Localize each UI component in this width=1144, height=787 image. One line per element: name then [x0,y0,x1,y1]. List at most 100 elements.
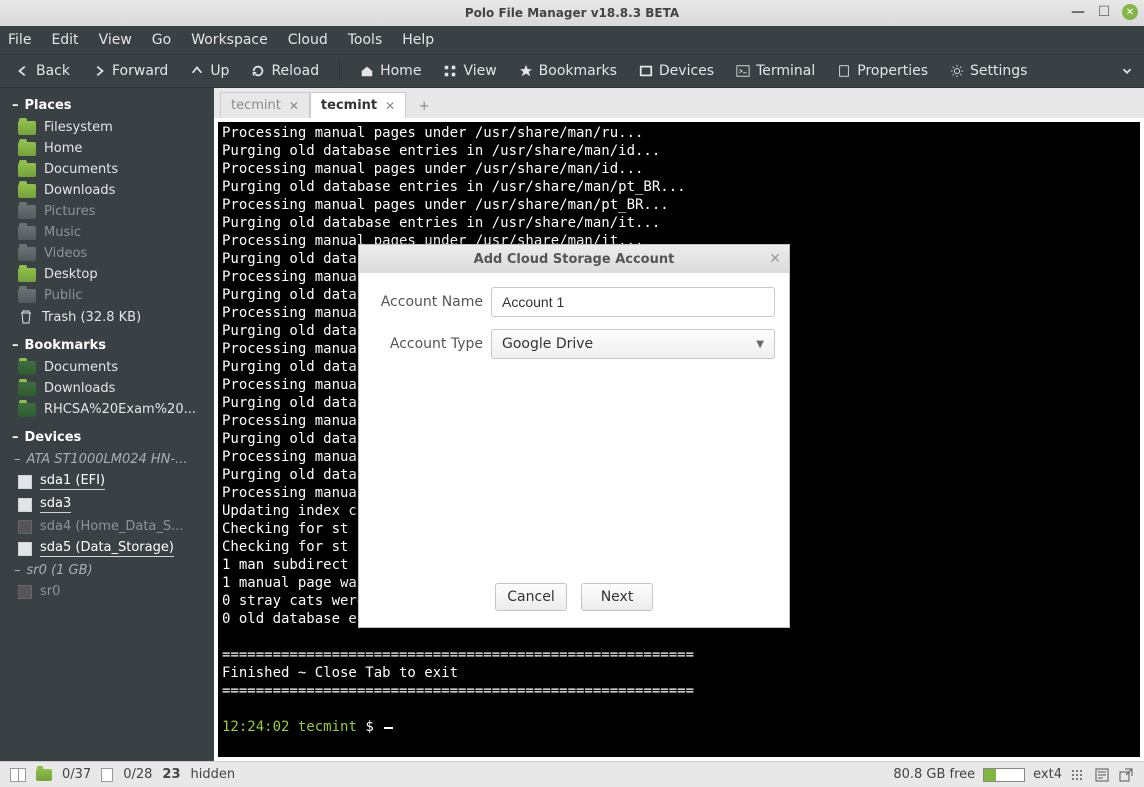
partition-item[interactable]: sda4 (Home_Data_S... [4,516,210,537]
reload-icon [251,64,265,78]
menu-help[interactable]: Help [402,32,434,48]
disk-usage-bar [983,768,1025,782]
sidebar-item-label: Music [44,225,81,240]
folders-count: 0/37 [62,767,91,782]
home-button[interactable]: Home [354,60,427,82]
sidebar-item[interactable]: Videos [4,243,210,264]
devices-button[interactable]: Devices [633,60,720,82]
drive-label[interactable]: –ATA ST1000LM024 HN-... [4,449,210,470]
sidebar-item-label: RHCSA%20Exam%20... [44,402,196,417]
tab[interactable]: tecmint ✕ [310,92,406,118]
filesystem-type: ext4 [1033,767,1062,782]
sidebar-item[interactable]: Music [4,222,210,243]
account-name-input[interactable] [491,287,775,317]
separator [339,61,340,81]
keyboard-icon[interactable] [1070,767,1086,783]
menu-file[interactable]: File [8,32,31,48]
disk-icon [18,585,32,599]
folder-icon [36,769,52,781]
pane-toggle-icon[interactable] [10,768,26,782]
hidden-label: hidden [191,767,236,782]
sidebar-item[interactable]: Home [4,138,210,159]
hidden-count: 23 [162,767,180,782]
chevron-down-icon[interactable] [1120,64,1134,78]
devices-icon [639,64,653,78]
close-tab-icon[interactable]: ✕ [385,99,395,113]
menu-go[interactable]: Go [152,32,171,48]
folder-icon [18,163,36,177]
menubar: File Edit View Go Workspace Cloud Tools … [0,26,1144,54]
properties-button[interactable]: Properties [831,60,934,82]
sidebar-bookmark[interactable]: Documents [4,357,210,378]
cancel-button[interactable]: Cancel [495,583,567,611]
up-button[interactable]: Up [184,60,235,82]
sidebar-item[interactable]: Pictures [4,201,210,222]
popout-icon[interactable] [1118,767,1134,783]
file-icon [101,768,113,782]
tab[interactable]: tecmint✕ [220,92,310,118]
close-icon[interactable]: ✕ [1122,4,1138,20]
back-label: Back [36,63,70,79]
menu-edit[interactable]: Edit [51,32,78,48]
folder-icon [18,289,36,303]
account-type-select[interactable]: Google Drive ▼ [491,329,775,359]
next-button[interactable]: Next [581,583,653,611]
sidebar-item-label: Documents [44,360,118,375]
folder-icon [18,268,36,282]
menu-tools[interactable]: Tools [348,32,383,48]
forward-button[interactable]: Forward [86,60,174,82]
partition-item[interactable]: sda5 (Data_Storage) [4,537,210,560]
up-label: Up [210,63,229,79]
sidebar-item[interactable]: Desktop [4,264,210,285]
sidebar-item-label: Pictures [44,204,95,219]
settings-button[interactable]: Settings [944,60,1033,82]
drive-label[interactable]: –sr0 (1 GB) [4,560,210,581]
partition-item[interactable]: sr0 [4,581,210,602]
tab-label: tecmint [321,98,377,113]
arrow-up-icon [190,64,204,78]
account-name-label: Account Name [381,294,483,310]
view-button[interactable]: View [437,60,502,82]
terminal-button[interactable]: Terminal [730,60,821,82]
partition-label: sr0 [40,584,60,599]
sidebar-item[interactable]: Downloads [4,180,210,201]
dialog-title: Add Cloud Storage Account ✕ [359,245,789,273]
places-header[interactable]: –Places [4,94,210,117]
toolbar: Back Forward Up Reload Home View Bookmar… [0,54,1144,88]
sidebar-item[interactable]: Documents [4,159,210,180]
folder-icon [18,184,36,198]
new-tab-button[interactable]: + [412,94,436,118]
home-icon [360,64,374,78]
partition-label: sda3 [40,496,71,513]
close-tab-icon[interactable]: ✕ [289,99,299,113]
bookmarks-label: Bookmarks [539,63,617,79]
menu-workspace[interactable]: Workspace [191,32,268,48]
window-title: Polo File Manager v18.8.3 BETA [465,6,679,20]
reload-button[interactable]: Reload [245,60,325,82]
bookmarks-header[interactable]: –Bookmarks [4,334,210,357]
dialog-close-icon[interactable]: ✕ [769,251,781,267]
minimize-icon[interactable]: — [1070,4,1086,20]
trash-item[interactable]: Trash (32.8 KB) [4,306,210,328]
titlebar: Polo File Manager v18.8.3 BETA — ☐ ✕ [0,0,1144,26]
sidebar-item[interactable]: Public [4,285,210,306]
partition-item[interactable]: sda3 [4,493,210,516]
sidebar-item-label: Home [44,141,82,156]
select-value: Google Drive [502,336,593,352]
maximize-icon[interactable]: ☐ [1096,4,1112,20]
bookmarks-button[interactable]: Bookmarks [513,60,623,82]
partition-label: sda4 (Home_Data_S... [40,519,184,534]
sidebar-bookmark[interactable]: Downloads [4,378,210,399]
partition-item[interactable]: sda1 (EFI) [4,470,210,493]
sidebar-bookmark[interactable]: RHCSA%20Exam%20... [4,399,210,420]
gear-icon [950,64,964,78]
sidebar-item[interactable]: Filesystem [4,117,210,138]
back-button[interactable]: Back [10,60,76,82]
view-label: View [463,63,496,79]
menu-cloud[interactable]: Cloud [288,32,328,48]
log-icon[interactable] [1094,767,1110,783]
sidebar-item-label: Documents [44,162,118,177]
devices-header[interactable]: –Devices [4,426,210,449]
partition-label: sda5 (Data_Storage) [40,540,174,557]
menu-view[interactable]: View [99,32,132,48]
